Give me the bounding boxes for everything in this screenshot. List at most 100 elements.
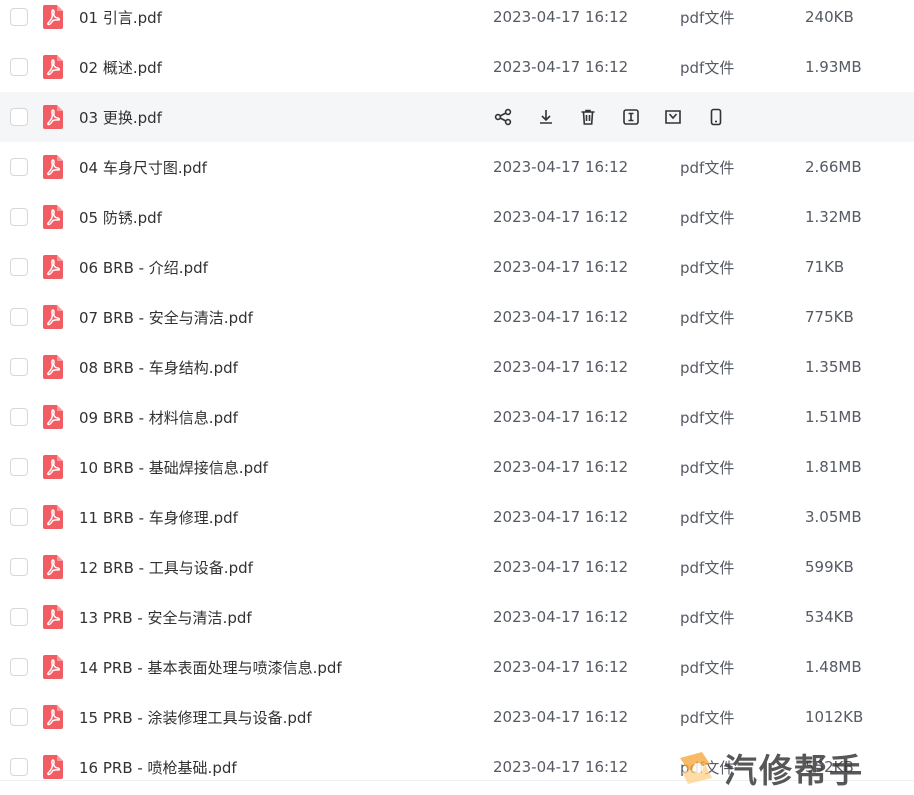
file-date: 2023-04-17 16:12 — [493, 758, 629, 776]
file-row[interactable]: 02 概述.pdf 2023-04-17 16:12 pdf文件 1.93MB — [0, 42, 914, 92]
file-size: 1.51MB — [805, 408, 862, 426]
row-checkbox[interactable] — [10, 308, 28, 326]
file-date: 2023-04-17 16:12 — [493, 308, 629, 326]
share-icon[interactable] — [492, 106, 514, 128]
file-type: pdf文件 — [680, 358, 735, 377]
file-name[interactable]: 15 PRB - 涂装修理工具与设备.pdf — [79, 707, 312, 728]
row-checkbox[interactable] — [10, 508, 28, 526]
file-row[interactable]: 12 BRB - 工具与设备.pdf 2023-04-17 16:12 pdf文件 5… — [0, 542, 914, 592]
file-date: 2023-04-17 16:12 — [493, 158, 629, 176]
file-row[interactable]: 11 BRB - 车身修理.pdf 2023-04-17 16:12 pdf文件 3.… — [0, 492, 914, 542]
row-checkbox[interactable] — [10, 358, 28, 376]
pdf-file-icon — [42, 204, 64, 230]
delete-icon[interactable] — [577, 106, 599, 128]
row-checkbox[interactable] — [10, 58, 28, 76]
pdf-file-icon — [42, 354, 64, 380]
mobile-icon[interactable] — [705, 106, 727, 128]
pdf-file-icon — [42, 254, 64, 280]
file-name[interactable]: 07 BRB - 安全与清洁.pdf — [79, 307, 253, 328]
file-date: 2023-04-17 16:12 — [493, 608, 629, 626]
pdf-file-icon — [42, 404, 64, 430]
file-name[interactable]: 05 防锈.pdf — [79, 207, 162, 228]
file-row[interactable]: 08 BRB - 车身结构.pdf 2023-04-17 16:12 pdf文件 1.… — [0, 342, 914, 392]
row-checkbox[interactable] — [10, 658, 28, 676]
pdf-file-icon — [42, 654, 64, 680]
file-type: pdf文件 — [680, 308, 735, 327]
file-size: 1.32MB — [805, 208, 862, 226]
file-list: 01 引言.pdf 2023-04-17 16:12 pdf文件 240KB 02 概述… — [0, 0, 914, 795]
row-checkbox[interactable] — [10, 558, 28, 576]
file-name[interactable]: 13 PRB - 安全与清洁.pdf — [79, 607, 252, 628]
file-row[interactable]: 15 PRB - 涂装修理工具与设备.pdf 2023-04-17 16:12 pd… — [0, 692, 914, 742]
pdf-file-icon — [42, 504, 64, 530]
row-actions — [492, 106, 748, 128]
rename-icon[interactable] — [620, 106, 642, 128]
file-type: pdf文件 — [680, 508, 735, 527]
row-checkbox[interactable] — [10, 758, 28, 776]
row-checkbox[interactable] — [10, 208, 28, 226]
watermark-text: 汽修帮手 — [724, 751, 864, 790]
file-type: pdf文件 — [680, 558, 735, 577]
file-name[interactable]: 08 BRB - 车身结构.pdf — [79, 357, 238, 378]
file-row[interactable]: 01 引言.pdf 2023-04-17 16:12 pdf文件 240KB — [0, 0, 914, 42]
file-type: pdf文件 — [680, 608, 735, 627]
pdf-file-icon — [42, 104, 64, 130]
row-checkbox[interactable] — [10, 8, 28, 26]
file-type: pdf文件 — [680, 658, 735, 677]
file-date: 2023-04-17 16:12 — [493, 58, 629, 76]
watermark: 汽修帮手 — [676, 745, 914, 791]
file-name[interactable]: 04 车身尺寸图.pdf — [79, 157, 207, 178]
file-name[interactable]: 16 PRB - 喷枪基础.pdf — [79, 757, 237, 778]
file-type: pdf文件 — [680, 58, 735, 77]
file-row[interactable]: 14 PRB - 基本表面处理与喷漆信息.pdf 2023-04-17 16:12… — [0, 642, 914, 692]
file-row[interactable]: 10 BRB - 基础焊接信息.pdf 2023-04-17 16:12 pdf文件… — [0, 442, 914, 492]
file-date: 2023-04-17 16:12 — [493, 558, 629, 576]
file-date: 2023-04-17 16:12 — [493, 458, 629, 476]
file-size: 1.48MB — [805, 658, 862, 676]
row-checkbox[interactable] — [10, 108, 28, 126]
pdf-file-icon — [42, 304, 64, 330]
file-date: 2023-04-17 16:12 — [493, 8, 629, 26]
file-type: pdf文件 — [680, 408, 735, 427]
file-size: 3.05MB — [805, 508, 862, 526]
watermark-logo-icon — [680, 752, 712, 784]
file-size: 1012KB — [805, 708, 864, 726]
row-checkbox[interactable] — [10, 408, 28, 426]
file-date: 2023-04-17 16:12 — [493, 658, 629, 676]
file-name[interactable]: 10 BRB - 基础焊接信息.pdf — [79, 457, 268, 478]
file-size: 2.66MB — [805, 158, 862, 176]
file-name[interactable]: 14 PRB - 基本表面处理与喷漆信息.pdf — [79, 657, 342, 678]
file-type: pdf文件 — [680, 258, 735, 277]
file-row[interactable]: 06 BRB - 介绍.pdf 2023-04-17 16:12 pdf文件 71KB — [0, 242, 914, 292]
file-row[interactable]: 04 车身尺寸图.pdf 2023-04-17 16:12 pdf文件 2.66MB — [0, 142, 914, 192]
pdf-file-icon — [42, 754, 64, 780]
file-name[interactable]: 11 BRB - 车身修理.pdf — [79, 507, 238, 528]
file-row[interactable]: 03 更换.pdf — [0, 92, 914, 142]
file-type: pdf文件 — [680, 158, 735, 177]
file-name[interactable]: 01 引言.pdf — [79, 7, 162, 28]
file-date: 2023-04-17 16:12 — [493, 258, 629, 276]
pdf-file-icon — [42, 554, 64, 580]
pdf-file-icon — [42, 54, 64, 80]
file-name[interactable]: 12 BRB - 工具与设备.pdf — [79, 557, 253, 578]
row-checkbox[interactable] — [10, 608, 28, 626]
row-checkbox[interactable] — [10, 458, 28, 476]
file-date: 2023-04-17 16:12 — [493, 358, 629, 376]
file-size: 599KB — [805, 558, 854, 576]
file-size: 1.93MB — [805, 58, 862, 76]
row-checkbox[interactable] — [10, 258, 28, 276]
file-name[interactable]: 03 更换.pdf — [79, 107, 162, 128]
file-row[interactable]: 05 防锈.pdf 2023-04-17 16:12 pdf文件 1.32MB — [0, 192, 914, 242]
download-icon[interactable] — [535, 106, 557, 128]
file-row[interactable]: 09 BRB - 材料信息.pdf 2023-04-17 16:12 pdf文件 1.… — [0, 392, 914, 442]
row-checkbox[interactable] — [10, 158, 28, 176]
move-icon[interactable] — [662, 106, 684, 128]
row-checkbox[interactable] — [10, 708, 28, 726]
file-name[interactable]: 02 概述.pdf — [79, 57, 162, 78]
file-row[interactable]: 07 BRB - 安全与清洁.pdf 2023-04-17 16:12 pdf文件 7… — [0, 292, 914, 342]
file-name[interactable]: 06 BRB - 介绍.pdf — [79, 257, 208, 278]
file-name[interactable]: 09 BRB - 材料信息.pdf — [79, 407, 238, 428]
file-row[interactable]: 13 PRB - 安全与清洁.pdf 2023-04-17 16:12 pdf文件 5… — [0, 592, 914, 642]
pdf-file-icon — [42, 4, 64, 30]
file-size: 1.81MB — [805, 458, 862, 476]
